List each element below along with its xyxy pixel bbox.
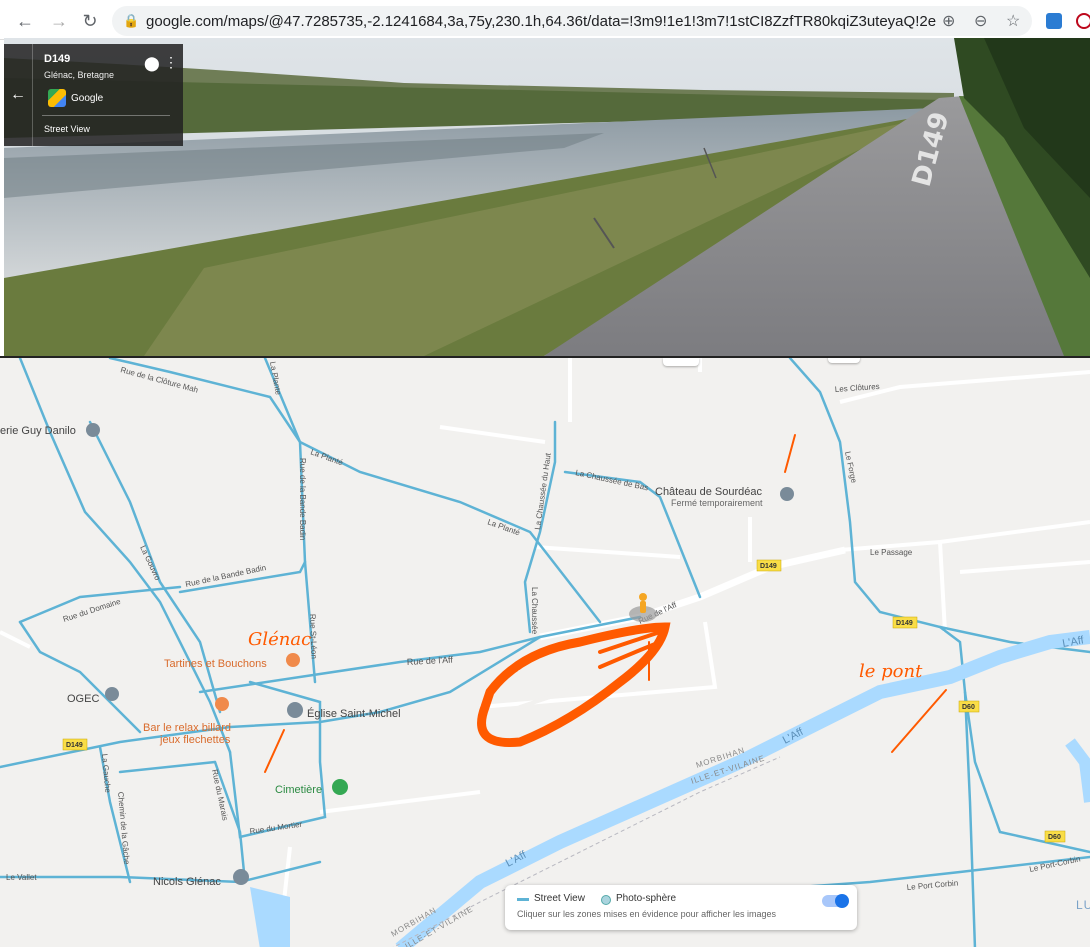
add-location-icon[interactable]: ⊕ xyxy=(942,11,955,31)
poi-name: Tartines et Bouchons xyxy=(164,658,267,670)
route-shield: D60 xyxy=(1048,834,1061,841)
hand-annotations xyxy=(264,434,947,773)
poi-bar[interactable]: Bar le relax billard jeux flechettes xyxy=(143,697,231,746)
route-shield: D149 xyxy=(66,742,83,749)
road-label: Rue de l'Aff xyxy=(407,655,454,667)
poi-cimetiere[interactable]: Cimetière xyxy=(275,779,348,796)
back-arrow-icon[interactable]: ← xyxy=(14,10,36,32)
poi-name: Bar le relax billard xyxy=(143,722,231,734)
annotation-glenac: Glénac xyxy=(248,629,311,650)
street-view-info-panel: ← D149 Glénac, Bretagne ⬤ ⋮ Google Stree… xyxy=(4,44,183,146)
river-branch xyxy=(1065,738,1090,803)
pinterest-icon[interactable] xyxy=(1076,13,1090,29)
poi-name: Cimetière xyxy=(275,784,322,796)
poi-name: Église Saint-Michel xyxy=(307,707,401,720)
coverage-toggle[interactable] xyxy=(822,894,849,908)
address-bar[interactable]: 🔒 google.com/maps/@47.7285735,-2.1241684… xyxy=(112,6,1032,36)
forward-arrow-icon[interactable]: → xyxy=(48,10,70,32)
road-label: La Chaussée xyxy=(530,587,539,635)
poi-name: Nicols Glénac xyxy=(153,876,221,888)
provider-label: Google xyxy=(71,93,104,104)
poi-eglise[interactable]: Église Saint-Michel xyxy=(287,702,401,720)
road-label: La Planté xyxy=(309,447,344,467)
poi-status: Fermé temporairement xyxy=(671,498,763,508)
zoom-icon[interactable]: ⊖ xyxy=(974,11,987,31)
extension-icon[interactable] xyxy=(1046,13,1062,29)
browser-toolbar: ← → ↻ 🔒 google.com/maps/@47.7285735,-2.1… xyxy=(0,0,1090,40)
road-label: Le Port Corbin xyxy=(906,879,958,892)
legend-hint: Cliquer sur les zones mises en évidence … xyxy=(517,909,776,919)
poi-name: erie Guy Danilo xyxy=(0,425,76,437)
map-canvas[interactable]: Rue de la Clôture Mah La Plante La Plant… xyxy=(0,356,1090,947)
road-label: La Chaussée de Bas xyxy=(575,468,650,492)
lock-icon: 🔒 xyxy=(123,13,140,28)
photo-sphere-icon xyxy=(601,895,611,905)
more-vert-icon[interactable]: ⋮ xyxy=(164,54,178,71)
road-label: Chemin de la Gâche xyxy=(116,791,131,865)
reload-icon[interactable]: ↻ xyxy=(79,10,101,32)
bookmark-star-icon[interactable]: ☆ xyxy=(1006,11,1020,31)
map-layer: Rue de la Clôture Mah La Plante La Plant… xyxy=(0,358,1090,947)
road-label: Rue du Mortier xyxy=(249,820,303,836)
legend-street-view: Street View xyxy=(534,893,585,904)
collapse-handle[interactable] xyxy=(663,358,699,366)
road-label: Le Port-Corbin xyxy=(1029,854,1082,874)
poi-galerie[interactable]: erie Guy Danilo xyxy=(0,423,100,437)
legend-photo-sphere: Photo-sphère xyxy=(616,893,677,904)
route-shield: D149 xyxy=(896,620,913,627)
road-label: La Plante xyxy=(268,361,283,396)
main-road-d149 xyxy=(539,546,846,641)
coverage-legend: Street View Photo-sphère Cliquer sur les… xyxy=(505,885,857,930)
panel-resize-handle[interactable] xyxy=(828,358,860,363)
marina-basin xyxy=(250,887,290,947)
region-label: LU xyxy=(1076,898,1090,912)
road-label: La Gauche xyxy=(100,753,112,793)
divider xyxy=(42,115,170,116)
poi-name: jeux flechettes xyxy=(159,734,231,746)
location-subtitle: Glénac, Bretagne xyxy=(44,70,115,80)
road-label: Rue de la Bande Badin xyxy=(298,458,307,540)
road-label: Le Passage xyxy=(870,548,913,557)
annotation-le-pont: le pont xyxy=(859,661,923,682)
poi-name: Château de Sourdéac xyxy=(655,486,763,498)
street-view-mode-label: Street View xyxy=(44,124,90,134)
route-shield: D149 xyxy=(760,563,777,570)
url-text[interactable]: google.com/maps/@47.7285735,-2.1241684,3… xyxy=(146,13,936,30)
back-arrow-icon[interactable]: ← xyxy=(4,44,33,146)
river-label: L'Aff xyxy=(1061,634,1085,650)
route-shield: D60 xyxy=(962,704,975,711)
poi-chateau[interactable]: Château de Sourdéac Fermé temporairement xyxy=(655,486,794,508)
poi-tartines[interactable]: Tartines et Bouchons xyxy=(164,653,300,670)
poi-name: OGEC xyxy=(67,693,99,705)
annotation-la-vue: la vue xyxy=(517,667,566,686)
poi-nicols[interactable]: Nicols Glénac xyxy=(153,869,249,888)
map-pin-icon[interactable]: ⬤ xyxy=(144,55,160,72)
street-view-line-icon xyxy=(517,898,529,901)
road-label: Le Vallet xyxy=(6,873,37,882)
google-maps-logo-icon xyxy=(48,89,66,107)
pegman-icon[interactable] xyxy=(629,593,657,622)
location-title: D149 xyxy=(44,53,71,65)
